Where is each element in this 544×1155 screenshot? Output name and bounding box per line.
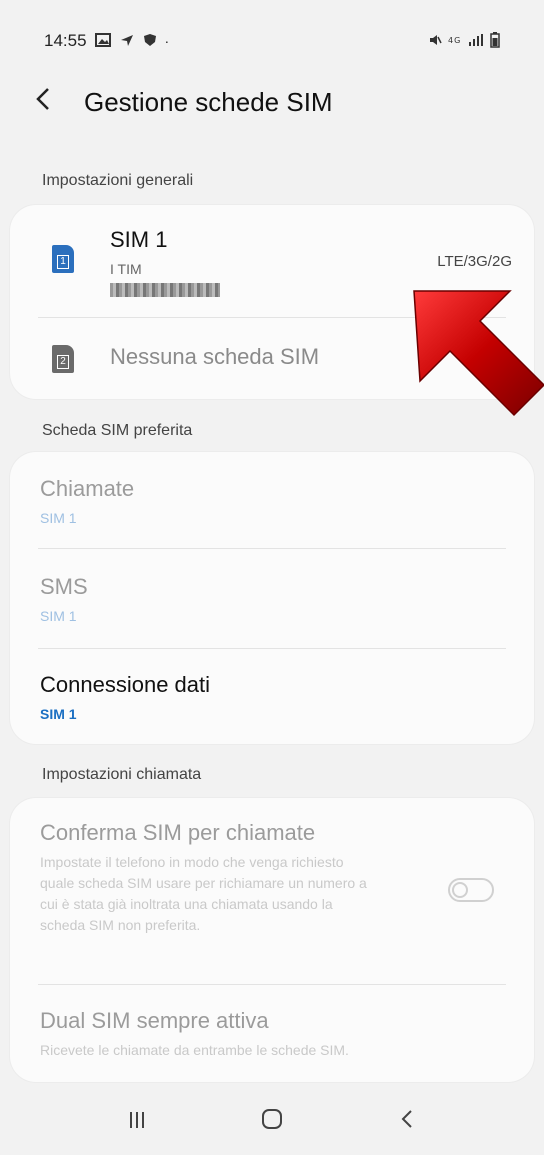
chevron-left-icon bbox=[36, 88, 49, 110]
pref-sms-row[interactable]: SMS SIM 1 bbox=[40, 574, 514, 624]
home-button[interactable] bbox=[242, 1108, 302, 1137]
gallery-icon bbox=[94, 32, 111, 50]
section-label-calls: Impostazioni chiamata bbox=[42, 766, 202, 783]
call-settings-card: Conferma SIM per chiamate Impostate il t… bbox=[10, 798, 534, 1082]
pref-sms-title: SMS bbox=[40, 574, 88, 599]
navigation-bar bbox=[0, 1090, 544, 1155]
recent-apps-icon bbox=[130, 1111, 145, 1128]
divider bbox=[38, 548, 506, 549]
pref-data-row[interactable]: Connessione dati SIM 1 bbox=[40, 672, 514, 722]
confirm-sim-row[interactable]: Conferma SIM per chiamate Impostate il t… bbox=[40, 820, 514, 936]
section-label-preferred: Scheda SIM preferita bbox=[42, 422, 193, 439]
pref-calls-title: Chiamate bbox=[40, 476, 135, 501]
shield-icon bbox=[143, 33, 157, 50]
back-button[interactable] bbox=[34, 86, 74, 118]
divider bbox=[38, 984, 506, 985]
page-title: Gestione schede SIM bbox=[84, 86, 333, 117]
pref-sms-value: SIM 1 bbox=[40, 608, 77, 624]
toggle-knob bbox=[452, 882, 468, 898]
battery-icon bbox=[490, 31, 500, 51]
sim1-operator: I TIM bbox=[110, 261, 142, 277]
dual-sim-desc: Ricevete le chiamate da entrambe le sche… bbox=[40, 1042, 349, 1058]
confirm-sim-toggle[interactable] bbox=[448, 878, 494, 902]
confirm-sim-title: Conferma SIM per chiamate bbox=[40, 820, 316, 845]
home-icon bbox=[261, 1109, 282, 1129]
back-icon bbox=[401, 1110, 412, 1128]
dual-sim-row[interactable]: Dual SIM sempre attiva Ricevete le chiam… bbox=[40, 1008, 514, 1061]
pref-data-title: Connessione dati bbox=[40, 672, 211, 697]
sim2-icon: 2 bbox=[52, 345, 74, 373]
app-header: Gestione schede SIM bbox=[0, 70, 544, 134]
sim2-label: Nessuna scheda SIM bbox=[110, 344, 320, 369]
pref-calls-row[interactable]: Chiamate SIM 1 bbox=[40, 476, 514, 526]
divider bbox=[38, 648, 506, 649]
confirm-sim-desc: Impostate il telefono in modo che venga … bbox=[40, 854, 367, 933]
mute-icon bbox=[428, 33, 442, 50]
preferred-sim-card: Chiamate SIM 1 SMS SIM 1 Connessione dat… bbox=[10, 452, 534, 744]
status-time: 14:55 bbox=[44, 31, 87, 50]
sim1-icon: 1 bbox=[52, 245, 74, 273]
sim1-network: LTE/3G/2G bbox=[437, 253, 512, 270]
pref-calls-value: SIM 1 bbox=[40, 510, 77, 526]
dual-sim-title: Dual SIM sempre attiva bbox=[40, 1008, 269, 1033]
sim1-number-redacted bbox=[110, 283, 220, 297]
recent-apps-button[interactable] bbox=[107, 1109, 167, 1137]
4g-icon: 4G bbox=[448, 33, 462, 50]
dot-icon: · bbox=[164, 33, 170, 49]
navigation-icon bbox=[119, 33, 135, 50]
red-arrow-annotation bbox=[402, 283, 544, 423]
pref-data-value: SIM 1 bbox=[40, 706, 77, 722]
svg-text:4G: 4G bbox=[448, 36, 461, 45]
sim1-name: SIM 1 bbox=[110, 227, 168, 252]
signal-icon bbox=[468, 33, 484, 50]
back-nav-button[interactable] bbox=[377, 1108, 437, 1137]
section-label-general: Impostazioni generali bbox=[42, 172, 194, 189]
